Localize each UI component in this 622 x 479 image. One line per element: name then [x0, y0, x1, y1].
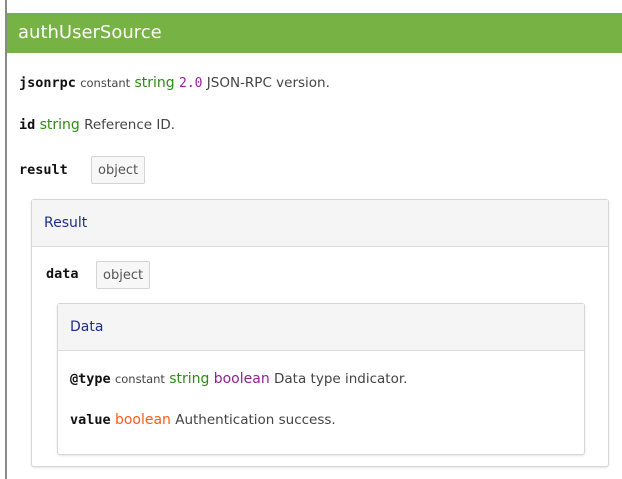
header-title: authUserSource — [18, 22, 162, 43]
constant-value: boolean — [213, 371, 270, 387]
type-badge-object: object — [96, 261, 151, 289]
field-name: @type — [70, 371, 111, 387]
field-name: id — [19, 117, 36, 133]
qualifier-label: constant — [114, 372, 165, 386]
panel-title: Result — [44, 215, 88, 231]
field-description: JSON-RPC version. — [206, 75, 330, 91]
field-description: Authentication success. — [175, 412, 336, 428]
field-result: result — [19, 162, 68, 178]
panel-title: Data — [70, 319, 104, 335]
left-border — [5, 0, 7, 479]
data-panel: Data @type constant string boolean Data … — [57, 303, 585, 455]
field-description: Reference ID. — [84, 117, 176, 133]
qualifier-label: constant — [80, 76, 131, 90]
field-name: jsonrpc — [19, 75, 76, 91]
type-label: string — [169, 371, 210, 387]
field-type: @type constant string boolean Data type … — [70, 371, 407, 387]
field-description: Data type indicator. — [274, 371, 408, 387]
result-panel-header: Result — [32, 200, 608, 247]
field-name: result — [19, 162, 68, 178]
field-id: id string Reference ID. — [19, 117, 175, 133]
type-badge-object: object — [91, 156, 146, 184]
field-name: value — [70, 412, 111, 428]
result-panel: Result data object Data @type constant s… — [31, 199, 609, 467]
field-data: data — [46, 266, 79, 282]
type-label: boolean — [114, 412, 171, 428]
section-header: authUserSource — [7, 13, 622, 53]
field-value: value boolean Authentication success. — [70, 412, 336, 428]
data-panel-header: Data — [58, 304, 584, 351]
type-label: string — [39, 117, 80, 133]
field-name: data — [46, 266, 79, 282]
type-badge-label: object — [98, 163, 139, 178]
constant-value: 2.0 — [179, 76, 203, 91]
field-jsonrpc: jsonrpc constant string 2.0 JSON-RPC ver… — [19, 75, 330, 91]
type-label: string — [134, 75, 175, 91]
type-badge-label: object — [103, 268, 144, 283]
